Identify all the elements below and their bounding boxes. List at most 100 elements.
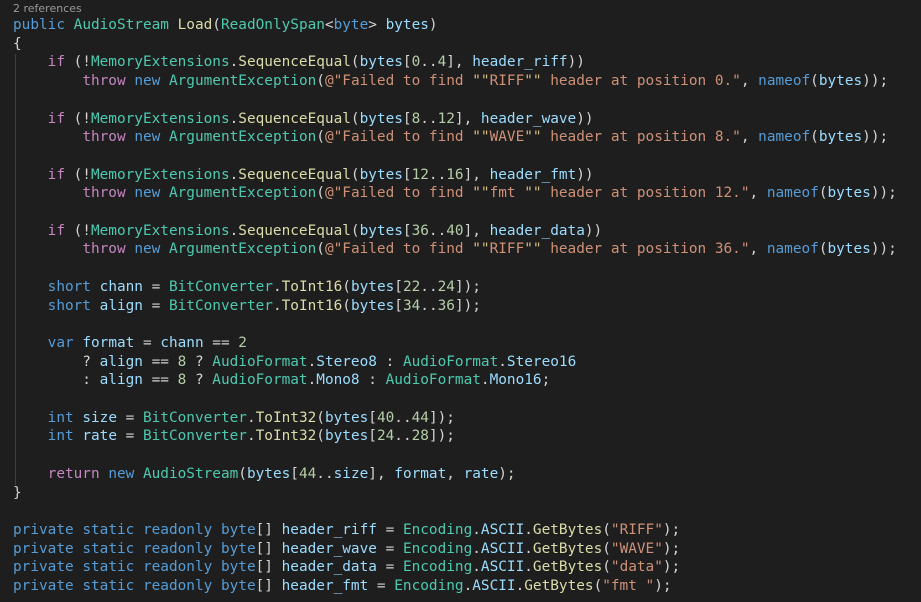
punctuation-token (134, 466, 143, 482)
identifier-token: bytes (324, 428, 369, 445)
escape-token: "" (524, 185, 542, 202)
identifier-token: size (333, 465, 369, 482)
type-token: Encoding (402, 540, 473, 557)
identifier-token: bytes (359, 166, 403, 183)
punctuation-token: , (749, 241, 767, 258)
keyword-token: private (13, 559, 74, 576)
punctuation-token: .. (428, 222, 447, 239)
punctuation-token: = (142, 297, 169, 314)
number-token: 4 (437, 54, 447, 71)
punctuation-token: ); (662, 521, 681, 538)
type-token: BitConverter (168, 297, 273, 314)
string-token: @"Failed to find (324, 241, 473, 258)
number-token: 44 (411, 409, 429, 426)
number-token: 40 (446, 222, 464, 239)
code-line[interactable]: private static readonly byte[] header_ri… (13, 521, 680, 539)
punctuation-token: )) (567, 54, 585, 71)
identifier-token: header_riff (281, 521, 377, 538)
type-token: BitConverter (142, 428, 247, 445)
number-token: 2 (238, 334, 247, 351)
identifier-token: align (99, 353, 143, 370)
keyword-token: new (134, 241, 161, 258)
string-token: header at position 36." (541, 241, 750, 258)
code-line[interactable]: int rate = BitConverter.ToInt32(bytes[24… (13, 427, 455, 445)
punctuation-token: .. (394, 428, 412, 445)
code-line[interactable]: if (!MemoryExtensions.SequenceEqual(byte… (13, 166, 594, 184)
code-line[interactable]: if (!MemoryExtensions.SequenceEqual(byte… (13, 53, 585, 71)
code-line[interactable]: if (!MemoryExtensions.SequenceEqual(byte… (13, 222, 603, 240)
code-line[interactable]: if (!MemoryExtensions.SequenceEqual(byte… (13, 110, 594, 128)
codelens-references-link[interactable]: 2 references (13, 2, 82, 16)
identifier-token: bytes (350, 278, 395, 295)
method-token: ToInt32 (255, 409, 317, 426)
punctuation-token: (! (64, 54, 91, 71)
control-keyword-token: return (47, 465, 100, 482)
code-line[interactable]: short chann = BitConverter.ToInt16(bytes… (13, 278, 481, 296)
code-line[interactable]: throw new ArgumentException(@"Failed to … (13, 128, 888, 146)
code-line[interactable]: } (13, 484, 22, 502)
punctuation-token: (! (64, 166, 91, 183)
code-line[interactable]: private static readonly byte[] header_da… (13, 558, 680, 576)
punctuation-token: ( (316, 428, 325, 445)
method-token: GetBytes (524, 578, 594, 594)
punctuation-token: ); (498, 465, 516, 482)
code-line[interactable]: public AudioStream Load(ReadOnlySpan<byt… (13, 16, 438, 34)
code-line[interactable]: return new AudioStream(bytes[44..size], … (13, 465, 516, 483)
punctuation-token: > (368, 17, 386, 33)
punctuation-token (134, 541, 143, 557)
punctuation-token: ], (463, 166, 490, 183)
punctuation-token: ? (186, 353, 213, 370)
punctuation-token: ( (342, 297, 351, 314)
punctuation-token: < (324, 17, 334, 33)
keyword-token: byte (333, 17, 369, 33)
code-line[interactable]: private static readonly byte[] header_wa… (13, 540, 680, 558)
number-token: 8 (411, 110, 421, 127)
punctuation-token: == (142, 372, 178, 389)
identifier-token: bytes (818, 129, 863, 146)
method-token: SequenceEqual (238, 222, 351, 239)
code-line[interactable]: : align == 8 ? AudioFormat.Mono8 : Audio… (13, 371, 550, 389)
identifier-token: align (99, 372, 143, 389)
code-line[interactable]: int size = BitConverter.ToInt32(bytes[40… (13, 409, 455, 427)
code-line[interactable]: short align = BitConverter.ToInt16(bytes… (13, 297, 481, 315)
punctuation-token: [ (402, 222, 412, 239)
punctuation-token: )); (870, 185, 897, 202)
punctuation-token: . (246, 428, 256, 445)
punctuation-token: . (498, 353, 507, 370)
code-line[interactable]: ? align == 8 ? AudioFormat.Stereo8 : Aud… (13, 353, 576, 371)
punctuation-token (13, 129, 82, 145)
escape-token: "" (524, 241, 542, 258)
punctuation-token (13, 466, 48, 482)
punctuation-token (13, 111, 48, 127)
string-token: RIFF (489, 73, 525, 90)
punctuation-token: [ (402, 110, 412, 127)
punctuation-token (126, 185, 135, 201)
punctuation-token: ], (463, 222, 490, 239)
type-token: ArgumentException (168, 129, 317, 146)
code-editor[interactable]: 2 references public AudioStream Load(Rea… (0, 0, 921, 602)
identifier-token: bytes (246, 465, 291, 482)
keyword-token: private (13, 540, 74, 557)
punctuation-token: ]); (428, 409, 455, 426)
punctuation-token: ? (186, 372, 213, 389)
punctuation-token: ( (316, 409, 325, 426)
code-line[interactable]: private static readonly byte[] header_fm… (13, 577, 672, 595)
code-line[interactable]: throw new ArgumentException(@"Failed to … (13, 72, 888, 90)
code-line[interactable]: throw new ArgumentException(@"Failed to … (13, 240, 897, 258)
keyword-token: new (108, 465, 135, 482)
punctuation-token: ( (602, 559, 611, 576)
identifier-token: header_wave (281, 540, 377, 557)
type-token: ArgumentException (168, 73, 317, 90)
string-token: @"Failed to find (324, 185, 473, 202)
identifier-token: ASCII (472, 578, 516, 594)
punctuation-token (212, 522, 221, 538)
number-token: 16 (446, 166, 464, 183)
code-line[interactable]: { (13, 35, 22, 53)
punctuation-token: . (272, 278, 282, 295)
punctuation-token: ( (350, 222, 360, 239)
code-line[interactable]: var format = chann == 2 (13, 334, 247, 352)
code-line[interactable]: throw new ArgumentException(@"Failed to … (13, 184, 897, 202)
method-token: SequenceEqual (238, 110, 351, 127)
punctuation-token (212, 578, 221, 594)
method-token: Load (177, 17, 213, 33)
